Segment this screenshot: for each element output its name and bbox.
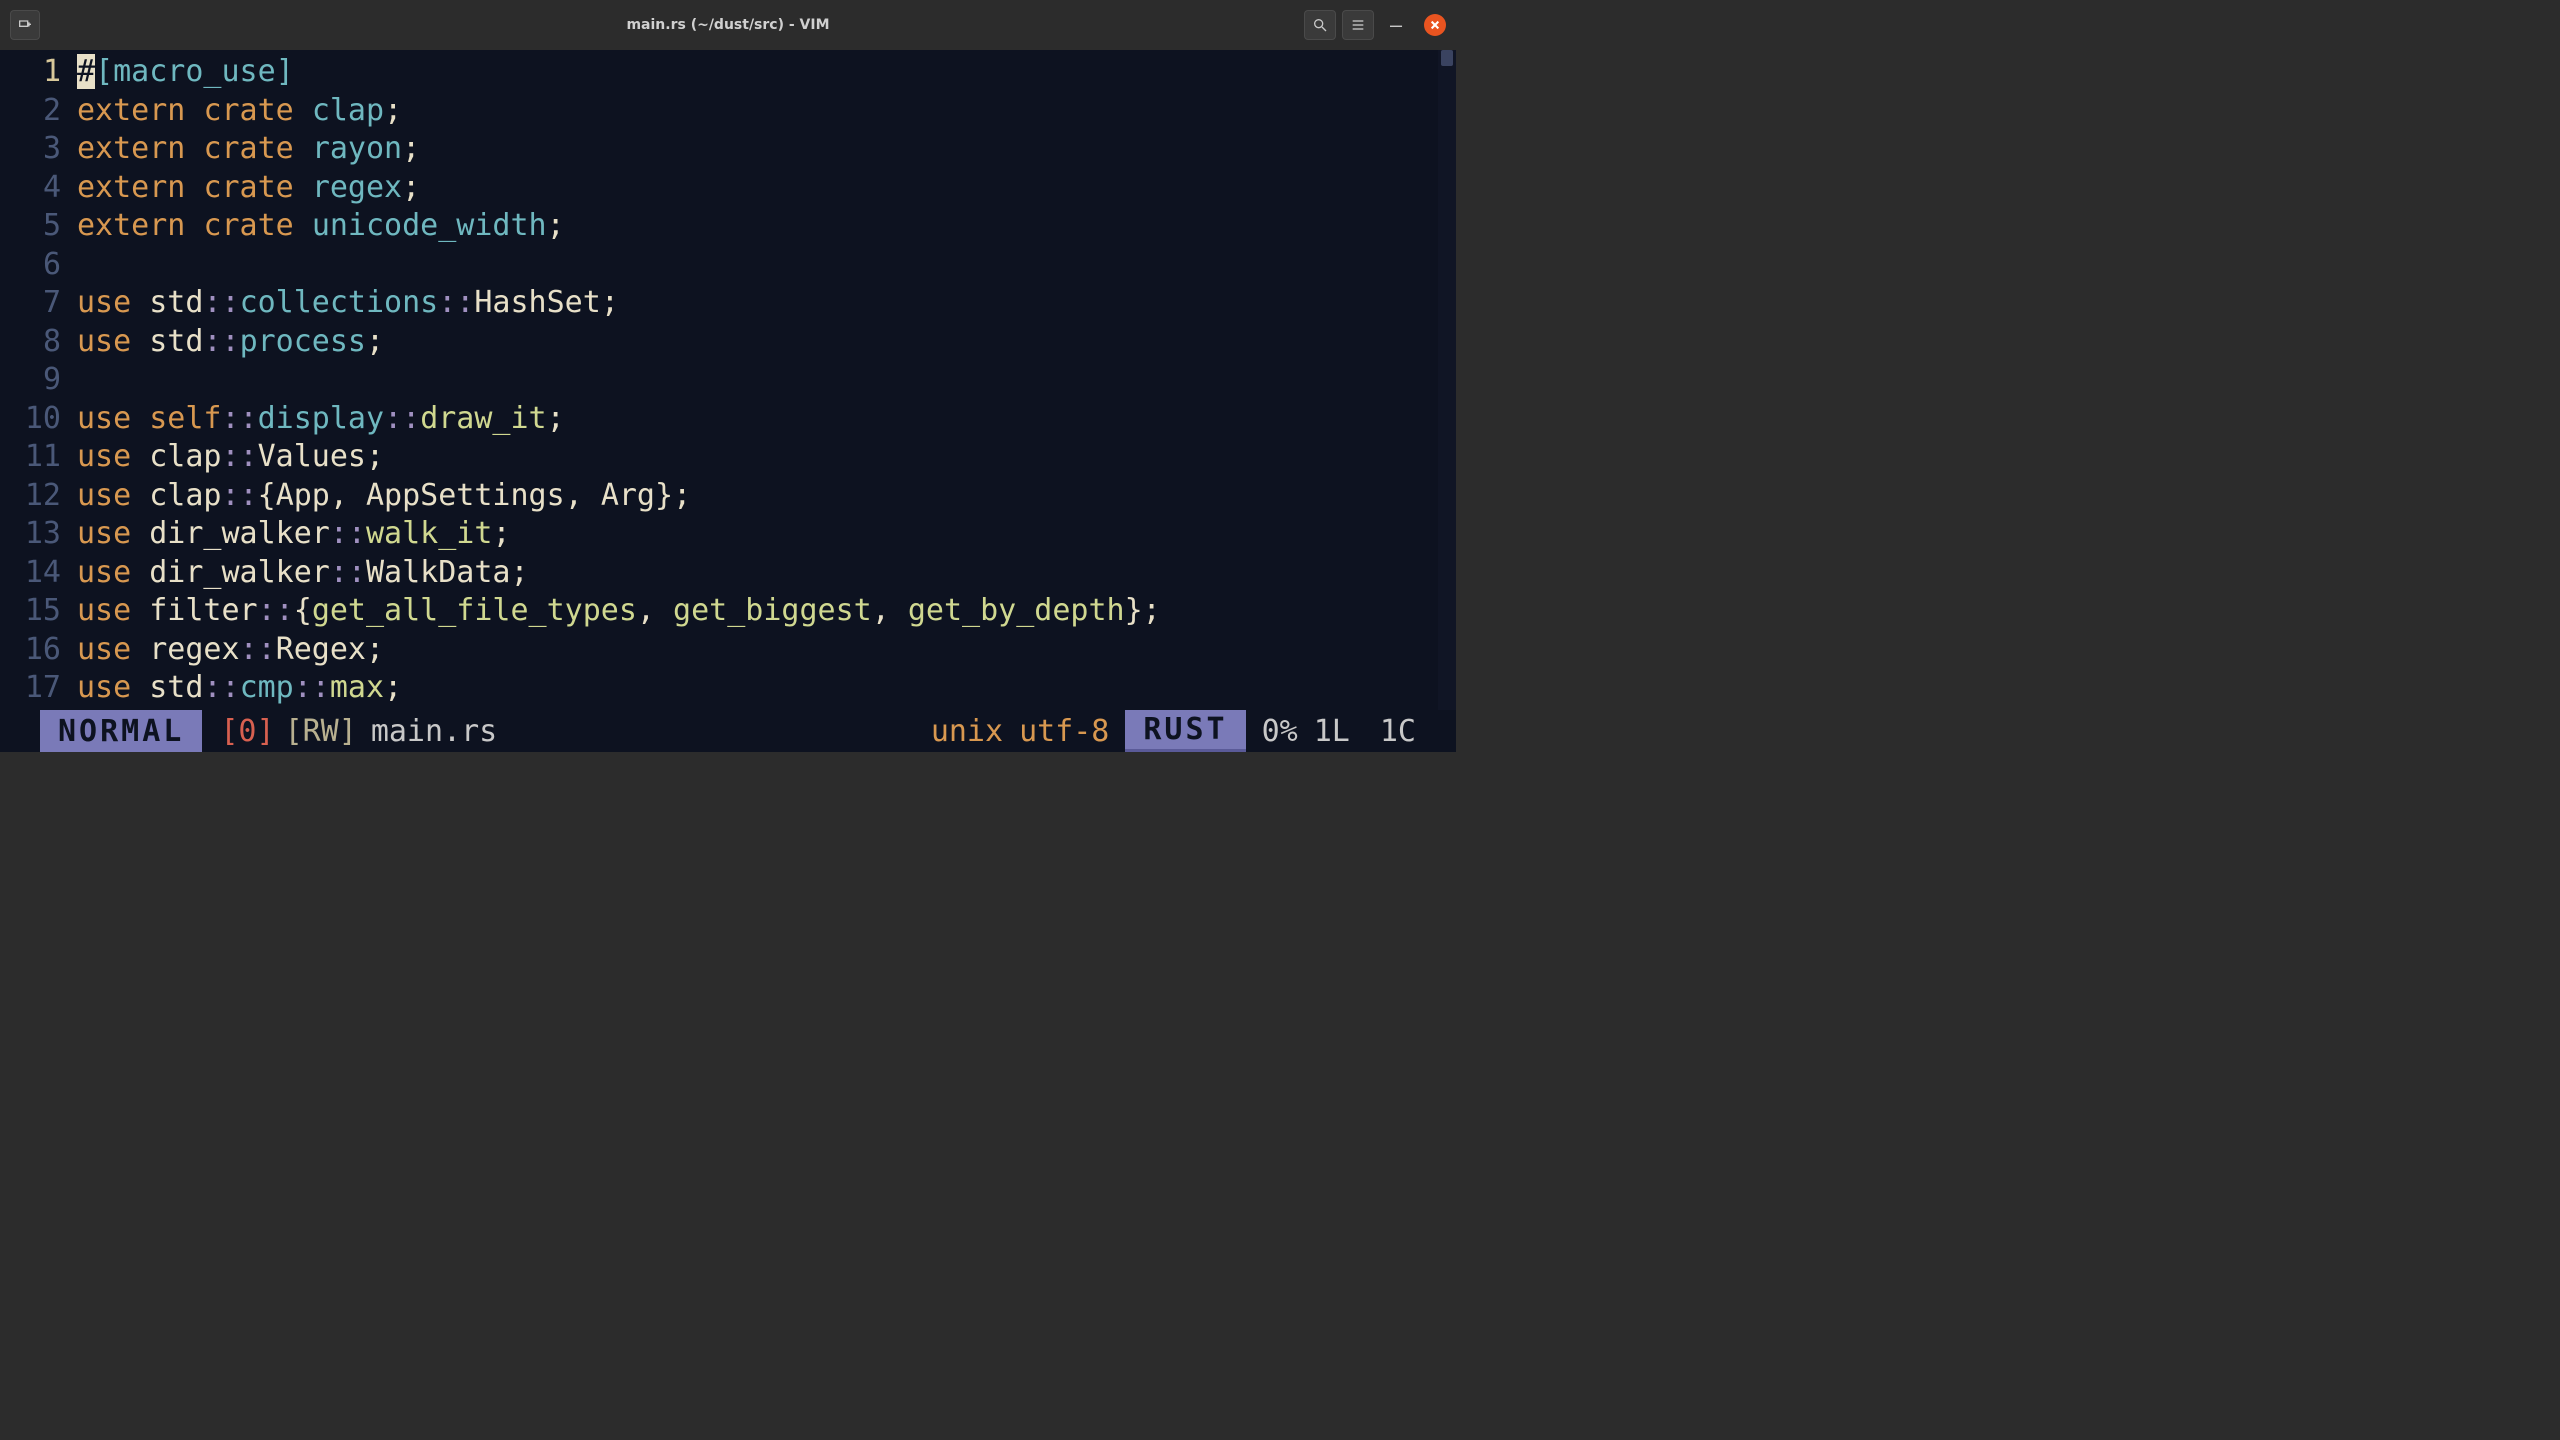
code-line[interactable]: use dir_walker::WalkData; xyxy=(77,554,1456,593)
mode-indicator: NORMAL xyxy=(40,710,202,752)
code-line[interactable]: extern crate regex; xyxy=(77,169,1456,208)
editor[interactable]: 1234567891011121314151617 #[macro_use]ex… xyxy=(0,50,1456,710)
filename-indicator: main.rs xyxy=(371,714,497,749)
line-number: 3 xyxy=(0,130,77,169)
close-icon xyxy=(1430,20,1440,30)
line-number: 8 xyxy=(0,323,77,362)
statusline: NORMAL [0] [RW] main.rs unix utf-8 RUST … xyxy=(0,710,1456,752)
code-line[interactable]: use self::display::draw_it; xyxy=(77,400,1456,439)
code-line[interactable]: extern crate rayon; xyxy=(77,130,1456,169)
window-title: main.rs (~/dust/src) - VIM xyxy=(626,17,829,33)
line-number: 9 xyxy=(0,361,77,400)
line-number: 10 xyxy=(0,400,77,439)
percent-indicator: 0% xyxy=(1262,714,1298,749)
line-number: 11 xyxy=(0,438,77,477)
filetype-indicator: RUST xyxy=(1125,710,1245,752)
encoding-indicator: utf-8 xyxy=(1019,714,1109,749)
code-line[interactable]: use clap::{App, AppSettings, Arg}; xyxy=(77,477,1456,516)
line-number: 5 xyxy=(0,207,77,246)
search-icon xyxy=(1312,17,1328,33)
code-line[interactable]: use clap::Values; xyxy=(77,438,1456,477)
line-number-gutter: 1234567891011121314151617 xyxy=(0,50,77,710)
titlebar: main.rs (~/dust/src) - VIM — xyxy=(0,0,1456,50)
code-line[interactable]: use std::process; xyxy=(77,323,1456,362)
line-number: 16 xyxy=(0,631,77,670)
line-number: 12 xyxy=(0,477,77,516)
fileformat-indicator: unix xyxy=(931,714,1003,749)
line-indicator: 1L xyxy=(1314,714,1350,749)
column-indicator: 1C xyxy=(1380,714,1416,749)
code-line[interactable]: #[macro_use] xyxy=(77,53,1456,92)
line-number: 15 xyxy=(0,592,77,631)
buffer-indicator: [0] xyxy=(220,714,274,749)
scrollbar[interactable] xyxy=(1438,50,1456,710)
line-number: 7 xyxy=(0,284,77,323)
line-number: 4 xyxy=(0,169,77,208)
terminal-plus-icon xyxy=(17,17,33,33)
menu-button[interactable] xyxy=(1342,10,1374,40)
line-number: 2 xyxy=(0,92,77,131)
code-line[interactable] xyxy=(77,246,1456,285)
bottom-chrome xyxy=(0,752,1456,788)
vim-window: main.rs (~/dust/src) - VIM — 12345678910… xyxy=(0,0,1456,790)
code-content[interactable]: #[macro_use]extern crate clap;extern cra… xyxy=(77,50,1456,710)
code-line[interactable]: use std::collections::HashSet; xyxy=(77,284,1456,323)
minimize-button[interactable]: — xyxy=(1380,10,1412,40)
code-line[interactable]: extern crate clap; xyxy=(77,92,1456,131)
code-line[interactable]: use filter::{get_all_file_types, get_big… xyxy=(77,592,1456,631)
line-number: 13 xyxy=(0,515,77,554)
readwrite-indicator: [RW] xyxy=(285,714,357,749)
line-number: 17 xyxy=(0,669,77,708)
new-tab-button[interactable] xyxy=(10,10,40,40)
code-line[interactable]: use regex::Regex; xyxy=(77,631,1456,670)
close-button[interactable] xyxy=(1424,14,1446,36)
line-number: 1 xyxy=(0,53,77,92)
code-line[interactable]: use std::cmp::max; xyxy=(77,669,1456,708)
line-number: 14 xyxy=(0,554,77,593)
code-line[interactable]: use dir_walker::walk_it; xyxy=(77,515,1456,554)
search-button[interactable] xyxy=(1304,10,1336,40)
code-line[interactable]: extern crate unicode_width; xyxy=(77,207,1456,246)
code-line[interactable] xyxy=(77,361,1456,400)
hamburger-icon xyxy=(1350,17,1366,33)
scrollbar-thumb[interactable] xyxy=(1441,50,1453,66)
line-number: 6 xyxy=(0,246,77,285)
